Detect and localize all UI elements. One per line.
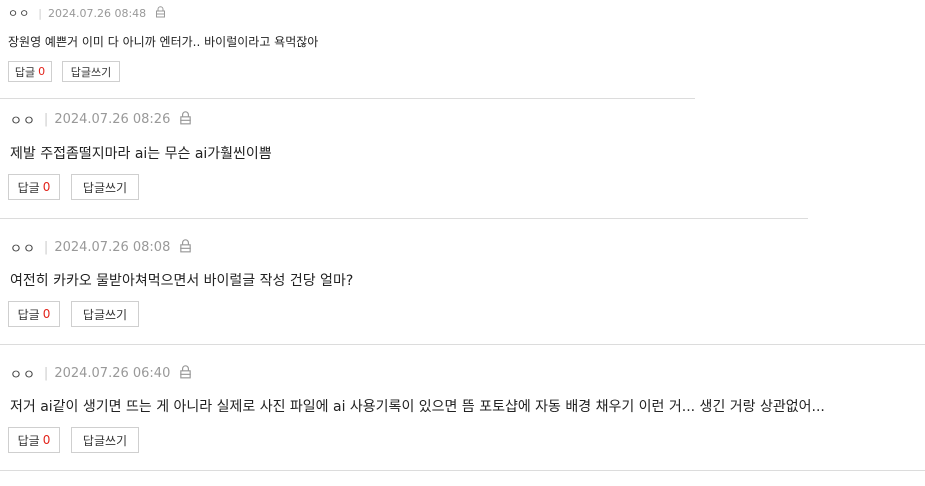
reply-button[interactable]: 답글 0 [8, 301, 60, 327]
reply-button[interactable]: 답글 0 [8, 174, 60, 200]
reply-button[interactable]: 답글 0 [8, 61, 52, 82]
reply-count: 0 [42, 433, 51, 447]
comment-datetime: 2024.07.26 08:26 [54, 112, 171, 127]
lock-icon [179, 364, 192, 383]
meta-separator: | [38, 6, 42, 20]
comment-meta: ㅇㅇ | 2024.07.26 08:26 [10, 110, 192, 129]
comment-text: 여전히 카카오 물받아쳐먹으면서 바이럴글 작성 건당 얼마? [10, 273, 354, 289]
comment-divider [0, 470, 925, 471]
reply-label: 답글 [17, 433, 40, 448]
meta-separator: | [43, 366, 49, 381]
comment-datetime: 2024.07.26 08:48 [47, 6, 147, 20]
comment-meta: ㅇㅇ | 2024.07.26 08:08 [10, 238, 192, 257]
comment-author: ㅇㅇ [10, 114, 36, 129]
comment-divider [0, 98, 695, 99]
write-reply-button[interactable]: 답글쓰기 [71, 427, 139, 453]
write-reply-button[interactable]: 답글쓰기 [71, 301, 139, 327]
lock-icon [155, 5, 166, 21]
reply-count: 0 [42, 180, 51, 194]
reply-count: 0 [38, 65, 46, 78]
comment-divider [0, 218, 808, 219]
meta-separator: | [43, 240, 49, 255]
reply-label: 답글 [17, 307, 40, 322]
comment-author: ㅇㅇ [10, 368, 36, 383]
comment-datetime: 2024.07.26 08:08 [54, 240, 171, 255]
comment-meta: ㅇㅇ | 2024.07.26 08:48 [8, 5, 166, 21]
comment-author: ㅇㅇ [10, 242, 36, 257]
comment-meta: ㅇㅇ | 2024.07.26 06:40 [10, 364, 192, 383]
lock-icon [179, 238, 192, 257]
reply-button[interactable]: 답글 0 [8, 427, 60, 453]
lock-icon [179, 110, 192, 129]
reply-count: 0 [42, 307, 51, 321]
comment-text: 제발 주접좀떨지마라 ai는 무슨 ai가훨씬이쁨 [10, 146, 272, 162]
write-reply-button[interactable]: 답글쓰기 [62, 61, 120, 82]
comment-author: ㅇㅇ [8, 7, 31, 20]
comment-datetime: 2024.07.26 06:40 [54, 366, 171, 381]
comment-text: 장원영 예쁜거 이미 다 아니까 엔터가.. 바이럴이라고 욕먹잖아 [8, 35, 319, 49]
comment-text: 저거 ai같이 생기면 뜨는 게 아니라 실제로 사진 파일에 ai 사용기록이… [10, 399, 825, 415]
meta-separator: | [43, 112, 49, 127]
comment-divider [0, 344, 925, 345]
write-reply-button[interactable]: 답글쓰기 [71, 174, 139, 200]
reply-label: 답글 [14, 65, 36, 79]
reply-label: 답글 [17, 180, 40, 195]
